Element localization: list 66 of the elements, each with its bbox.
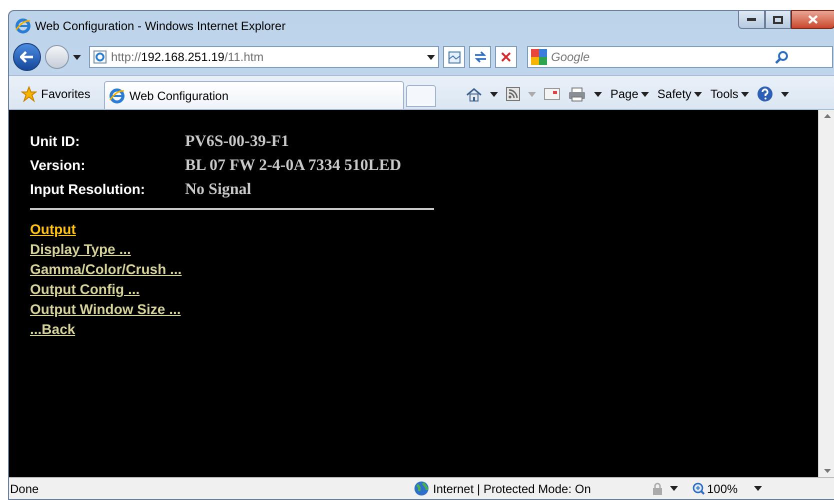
maximize-button[interactable] — [765, 10, 791, 29]
home-icon[interactable] — [466, 86, 482, 102]
status-text: Done — [9, 480, 40, 498]
globe-icon — [414, 481, 429, 496]
caret-icon — [741, 92, 750, 96]
caret-icon[interactable] — [754, 486, 762, 491]
caret-icon[interactable] — [490, 92, 498, 96]
minimize-icon — [747, 18, 756, 21]
command-menu-button[interactable]: Tools — [710, 85, 750, 103]
search-icon[interactable] — [775, 50, 789, 64]
browser-tab[interactable]: Web Configuration — [104, 81, 404, 109]
tab-title: Web Configuration — [129, 88, 229, 104]
search-field[interactable]: Google — [527, 46, 833, 68]
info-value: No Signal — [185, 180, 252, 200]
browser-logo-icon — [15, 18, 31, 34]
menu-link[interactable]: ...Back — [30, 319, 76, 339]
url-text: http://192.168.251.19/11.htm — [111, 49, 265, 66]
scroll-up-icon[interactable] — [824, 114, 830, 118]
search-input[interactable]: Google — [551, 48, 771, 66]
caret-icon[interactable] — [781, 92, 790, 96]
menu-link[interactable]: Output Window Size ... — [30, 299, 181, 319]
page-icon — [93, 50, 107, 64]
star-icon — [21, 86, 37, 102]
menu-link[interactable]: Display Type ... — [30, 239, 131, 259]
maximize-icon — [773, 16, 783, 24]
command-menu-button[interactable]: Safety — [657, 85, 702, 103]
stop-button[interactable] — [495, 46, 517, 68]
caret-icon[interactable] — [73, 54, 81, 60]
menu-link[interactable]: Output Config ... — [30, 279, 140, 299]
window-title: Web Configuration - Windows Internet Explorer — [35, 18, 286, 35]
scroll-down-icon[interactable] — [824, 469, 830, 473]
back-button[interactable] — [13, 43, 41, 71]
caret-icon[interactable] — [594, 92, 602, 96]
compatibility-button[interactable] — [443, 46, 465, 68]
address-field[interactable]: http://192.168.251.19/11.htm — [89, 46, 439, 68]
refresh-button[interactable] — [469, 46, 491, 68]
search-provider-icon — [531, 49, 547, 65]
menu-link[interactable]: Output — [30, 219, 76, 239]
close-icon — [808, 15, 818, 24]
security-zone-text: Internet | Protected Mode: On — [433, 480, 591, 498]
caret-icon — [641, 92, 650, 96]
feed-icon[interactable] — [506, 87, 520, 101]
caret-icon[interactable] — [670, 486, 678, 491]
close-icon — [501, 52, 511, 62]
info-label: Input Resolution: — [30, 180, 146, 199]
menu-link[interactable]: Gamma/Color/Crush ... — [30, 259, 182, 279]
magnifier-icon — [692, 482, 705, 495]
close-button[interactable] — [791, 10, 834, 29]
info-value: BL 07 FW 2-4-0A 7334 510LED — [185, 156, 402, 176]
command-menu-button[interactable]: Page — [610, 85, 650, 103]
mail-icon[interactable] — [544, 88, 560, 100]
scrollbar[interactable] — [818, 110, 834, 477]
favorites-button[interactable]: Favorites — [13, 79, 98, 109]
minimize-button[interactable] — [738, 10, 765, 29]
caret-icon — [694, 92, 702, 96]
info-label: Version: — [30, 156, 86, 175]
back-arrow-icon — [20, 51, 34, 63]
torn-page-icon — [448, 50, 460, 64]
zoom-button[interactable]: 100% — [692, 480, 738, 498]
printer-icon[interactable] — [568, 86, 586, 102]
caret-icon[interactable] — [427, 54, 435, 60]
refresh-icon — [474, 51, 486, 63]
info-value: PV6S-00-39-F1 — [185, 132, 289, 152]
help-icon[interactable] — [757, 86, 774, 102]
info-label: Unit ID: — [30, 132, 81, 151]
browser-logo-icon — [109, 88, 126, 104]
